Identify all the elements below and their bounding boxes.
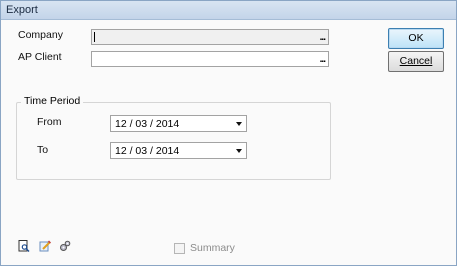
company-browse-button[interactable]: ...	[320, 33, 326, 43]
time-period-title: Time Period	[21, 95, 84, 107]
from-label: From	[37, 116, 62, 128]
company-field[interactable]: ...	[91, 29, 329, 45]
export-dialog: Export Company ... AP Client ... OK Canc…	[0, 0, 457, 266]
edit-icon[interactable]	[39, 240, 52, 252]
preview-icon[interactable]	[18, 240, 30, 252]
chevron-down-icon	[236, 122, 242, 126]
company-label: Company	[18, 29, 63, 41]
to-date-value: 12 / 03 / 2014	[115, 145, 180, 157]
ap-client-browse-button[interactable]: ...	[320, 55, 326, 65]
ap-client-field[interactable]: ...	[91, 51, 329, 67]
ok-button[interactable]: OK	[388, 28, 444, 49]
summary-checkbox[interactable]	[174, 243, 185, 254]
text-caret	[94, 32, 95, 42]
window-title: Export	[1, 1, 456, 20]
time-period-group	[16, 102, 331, 180]
to-label: To	[37, 144, 49, 156]
from-date-value: 12 / 03 / 2014	[115, 118, 180, 130]
summary-label: Summary	[190, 242, 235, 254]
ap-client-label: AP Client	[18, 51, 62, 63]
settings-icon[interactable]	[59, 240, 71, 252]
from-date-select[interactable]: 12 / 03 / 2014	[110, 115, 247, 132]
to-date-select[interactable]: 12 / 03 / 2014	[110, 142, 247, 159]
cancel-button[interactable]: Cancel	[388, 51, 444, 72]
chevron-down-icon	[236, 149, 242, 153]
